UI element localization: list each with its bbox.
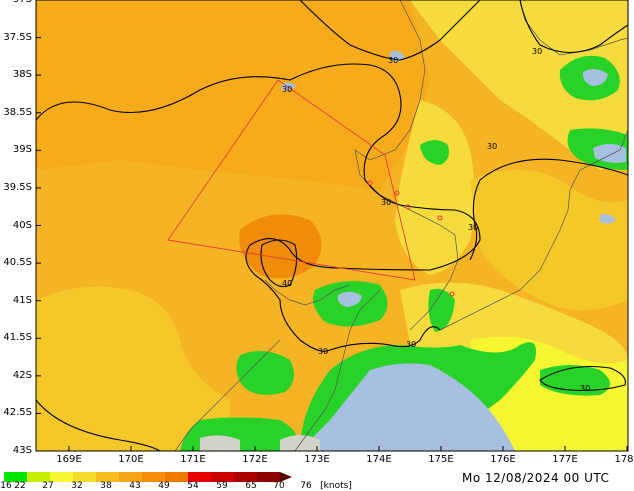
latitude-label: 37S: [2, 0, 32, 5]
longitude-label: 176E: [490, 454, 516, 465]
latitude-label: 42S: [12, 369, 32, 381]
contour-label: 30: [487, 142, 497, 151]
wind-map: 30 30 30 30 30 30 40 30 30 30: [35, 0, 629, 452]
contour-label: 30: [406, 340, 416, 349]
longitude-label: 177E: [552, 454, 578, 465]
latitude-label: 39.5S: [3, 181, 32, 193]
longitude-label: 172E: [242, 454, 268, 465]
contour-label: 40: [282, 279, 292, 288]
latitude-label: 39S: [12, 144, 32, 156]
latitude-label: 40.5S: [3, 257, 32, 269]
longitude-label: 169E: [56, 454, 82, 465]
longitude-label: 171E: [180, 454, 206, 465]
contour-label: 30: [282, 85, 292, 94]
longitude-label: 174E: [366, 454, 392, 465]
latitude-label: 41S: [12, 294, 32, 306]
contour-label: 30: [388, 56, 398, 65]
wind-zone-strong: [36, 0, 430, 190]
contour-label: 30: [318, 347, 328, 356]
longitude-label: 178: [614, 454, 634, 465]
latitude-label: 38S: [12, 69, 32, 81]
latitude-label: 41.5S: [3, 332, 32, 344]
contour-label: 30: [532, 47, 542, 56]
longitude-label: 175E: [428, 454, 454, 465]
latitude-label: 38.5S: [3, 106, 32, 118]
longitude-label: 170E: [118, 454, 144, 465]
longitude-label: 173E: [304, 454, 330, 465]
contour-label: 30: [468, 223, 478, 232]
latitude-label: 40S: [12, 219, 32, 231]
latitude-label: 43S: [12, 445, 32, 456]
contour-label: 30: [580, 384, 590, 393]
contour-label: 30: [381, 198, 391, 207]
timestamp: Mo 12/08/2024 00 UTC: [462, 471, 610, 485]
latitude-label: 37.5S: [3, 31, 32, 43]
latitude-label: 42.5S: [3, 407, 32, 419]
